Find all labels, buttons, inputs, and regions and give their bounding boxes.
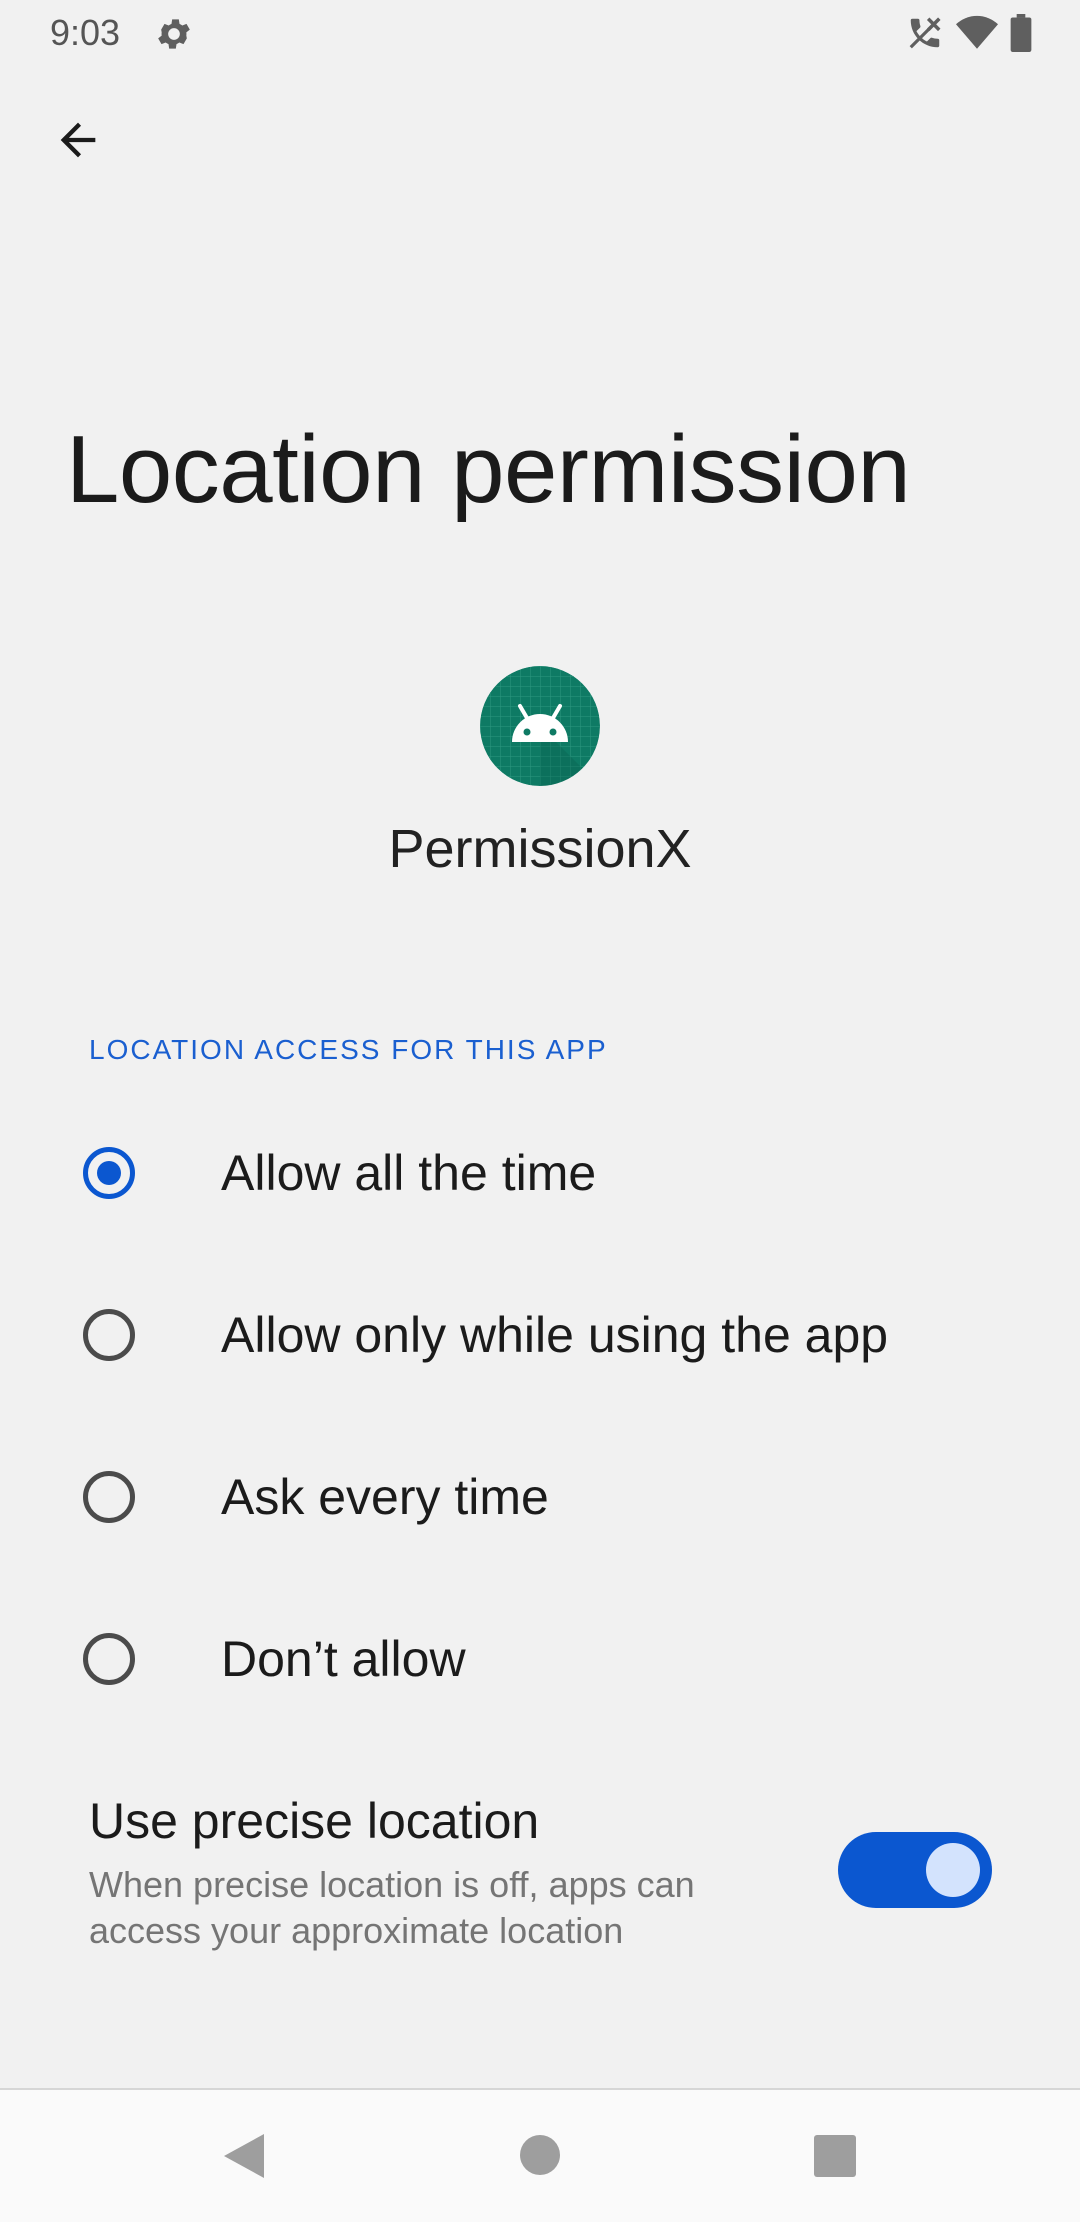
battery-icon xyxy=(1010,14,1032,52)
option-label: Allow only while using the app xyxy=(221,1307,889,1363)
radio-button[interactable] xyxy=(83,1471,135,1523)
option-allow-while-using[interactable]: Allow only while using the app xyxy=(0,1260,1080,1410)
settings-gear-icon xyxy=(154,14,194,54)
status-time: 9:03 xyxy=(50,12,121,53)
no-call-icon xyxy=(906,14,944,52)
precise-location-title: Use precise location xyxy=(89,1793,540,1849)
back-button[interactable] xyxy=(38,102,118,182)
option-label: Allow all the time xyxy=(221,1145,597,1201)
toggle-thumb xyxy=(926,1843,980,1897)
radio-button-checked[interactable] xyxy=(83,1147,135,1199)
precise-location-description: When precise location is off, apps can a… xyxy=(89,1864,695,1951)
nav-home-icon[interactable] xyxy=(520,2135,560,2175)
wifi-icon xyxy=(956,15,998,51)
status-bar: 9:03 xyxy=(0,0,1080,68)
radio-button[interactable] xyxy=(83,1309,135,1361)
precise-location-toggle[interactable] xyxy=(838,1832,992,1908)
navigation-bar xyxy=(0,2088,1080,2222)
option-allow-all-the-time[interactable]: Allow all the time xyxy=(0,1098,1080,1248)
page-title: Location permission xyxy=(66,416,911,523)
nav-back-icon[interactable] xyxy=(222,2132,266,2185)
radio-button[interactable] xyxy=(83,1633,135,1685)
option-label: Ask every time xyxy=(221,1469,549,1525)
app-name: PermissionX xyxy=(388,819,692,879)
android-app-icon xyxy=(480,666,600,786)
nav-recents-icon[interactable] xyxy=(814,2135,856,2177)
arrow-back-icon xyxy=(52,114,104,171)
option-dont-allow[interactable]: Don’t allow xyxy=(0,1584,1080,1734)
option-label: Don’t allow xyxy=(221,1631,466,1687)
section-header: LOCATION ACCESS FOR THIS APP xyxy=(89,1034,608,1065)
option-ask-every-time[interactable]: Ask every time xyxy=(0,1422,1080,1572)
